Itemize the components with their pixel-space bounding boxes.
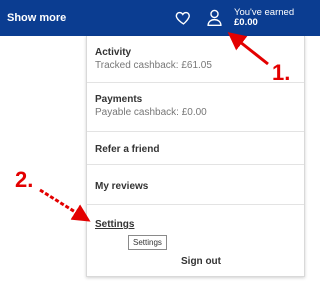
show-more-link[interactable]: Show more: [7, 12, 66, 24]
annotation-label-2: 2.: [15, 167, 34, 192]
top-header-bar: Show more You've earned £0.00: [0, 0, 320, 36]
menu-item-title: Refer a friend: [95, 144, 160, 155]
annotation-arrow-2: [39, 188, 91, 222]
menu-item-title: Settings: [95, 219, 135, 230]
menu-item-subtitle: Payable cashback: £0.00: [95, 107, 207, 118]
menu-item-settings[interactable]: Settings: [87, 205, 304, 243]
heart-icon[interactable]: [175, 9, 192, 26]
menu-item-my-reviews[interactable]: My reviews: [87, 165, 304, 205]
sign-out-button[interactable]: Sign out: [181, 256, 221, 267]
menu-item-title: Payments: [95, 94, 143, 105]
earned-summary[interactable]: You've earned £0.00: [234, 8, 294, 28]
earned-amount: £0.00: [234, 17, 258, 28]
menu-item-subtitle: Tracked cashback: £61.05: [95, 60, 212, 71]
user-icon[interactable]: [206, 8, 223, 27]
menu-item-refer-a-friend[interactable]: Refer a friend: [87, 132, 304, 165]
annotation-label-1: 1.: [272, 60, 291, 85]
menu-item-title: Activity: [95, 47, 132, 58]
menu-item-payments[interactable]: Payments Payable cashback: £0.00: [87, 83, 304, 132]
settings-tooltip: Settings: [128, 235, 167, 250]
menu-item-title: My reviews: [95, 181, 149, 192]
